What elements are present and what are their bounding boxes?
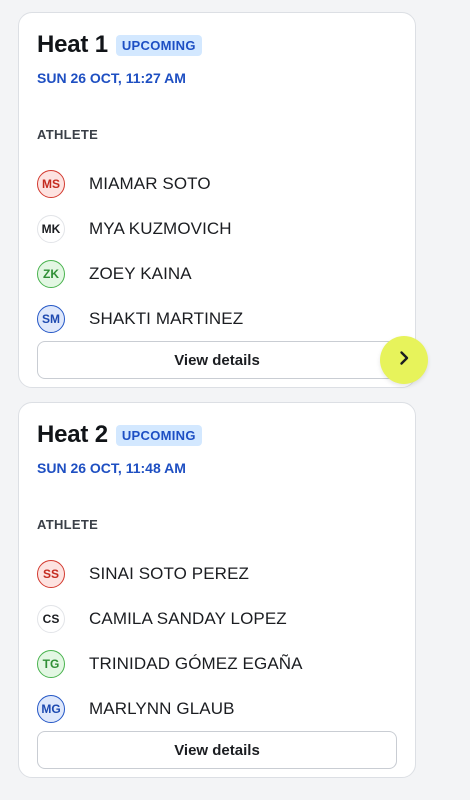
heat-title-row: Heat 1 UPCOMING [37,31,202,59]
athlete-row: TG TRINIDAD GÓMEZ EGAÑA [37,641,303,686]
avatar: SS [37,559,65,588]
athlete-name: ZOEY KAINA [89,263,192,283]
athlete-name: SHAKTI MARTINEZ [89,308,244,328]
avatar: CS [37,604,65,633]
view-details-button[interactable]: View details [37,731,397,769]
athlete-row: SS SINAI SOTO PEREZ [37,551,303,596]
view-details-button[interactable]: View details [37,341,397,379]
heat-date: SUN 26 OCT, 11:48 AM [37,460,186,476]
avatar: MK [37,214,65,243]
athlete-row: MG MARLYNN GLAUB [37,686,303,731]
athlete-list: SS SINAI SOTO PEREZ CS CAMILA SANDAY LOP… [37,551,303,731]
athlete-column-label: ATHLETE [37,127,99,142]
next-button[interactable] [380,336,428,384]
athlete-name: SINAI SOTO PEREZ [89,563,249,583]
athlete-name: MYA KUZMOVICH [89,218,232,238]
avatar: MG [37,694,65,723]
athlete-name: MARLYNN GLAUB [89,698,235,718]
athlete-list: MS MIAMAR SOTO MK MYA KUZMOVICH ZK ZOEY … [37,161,243,341]
heat-card: Heat 2 UPCOMING SUN 26 OCT, 11:48 AM ATH… [18,402,416,778]
chevron-right-icon [395,349,413,372]
heat-date: SUN 26 OCT, 11:27 AM [37,70,186,86]
status-badge: UPCOMING [115,424,202,446]
athlete-column-label: ATHLETE [37,517,99,532]
status-badge: UPCOMING [115,34,202,56]
athlete-row: MS MIAMAR SOTO [37,161,243,206]
heat-title: Heat 1 [37,31,108,58]
athlete-row: MK MYA KUZMOVICH [37,206,243,251]
avatar: MS [37,169,65,198]
athlete-name: TRINIDAD GÓMEZ EGAÑA [89,653,303,673]
athlete-row: CS CAMILA SANDAY LOPEZ [37,596,303,641]
heats-page: Heat 1 UPCOMING SUN 26 OCT, 11:27 AM ATH… [0,0,470,800]
athlete-row: ZK ZOEY KAINA [37,251,243,296]
avatar: SM [37,304,65,333]
heat-title-row: Heat 2 UPCOMING [37,421,202,449]
athlete-name: MIAMAR SOTO [89,173,211,193]
avatar: ZK [37,259,65,288]
avatar: TG [37,649,65,678]
athlete-name: CAMILA SANDAY LOPEZ [89,608,287,628]
heat-title: Heat 2 [37,421,108,448]
heat-card: Heat 1 UPCOMING SUN 26 OCT, 11:27 AM ATH… [18,12,416,388]
athlete-row: SM SHAKTI MARTINEZ [37,296,243,341]
